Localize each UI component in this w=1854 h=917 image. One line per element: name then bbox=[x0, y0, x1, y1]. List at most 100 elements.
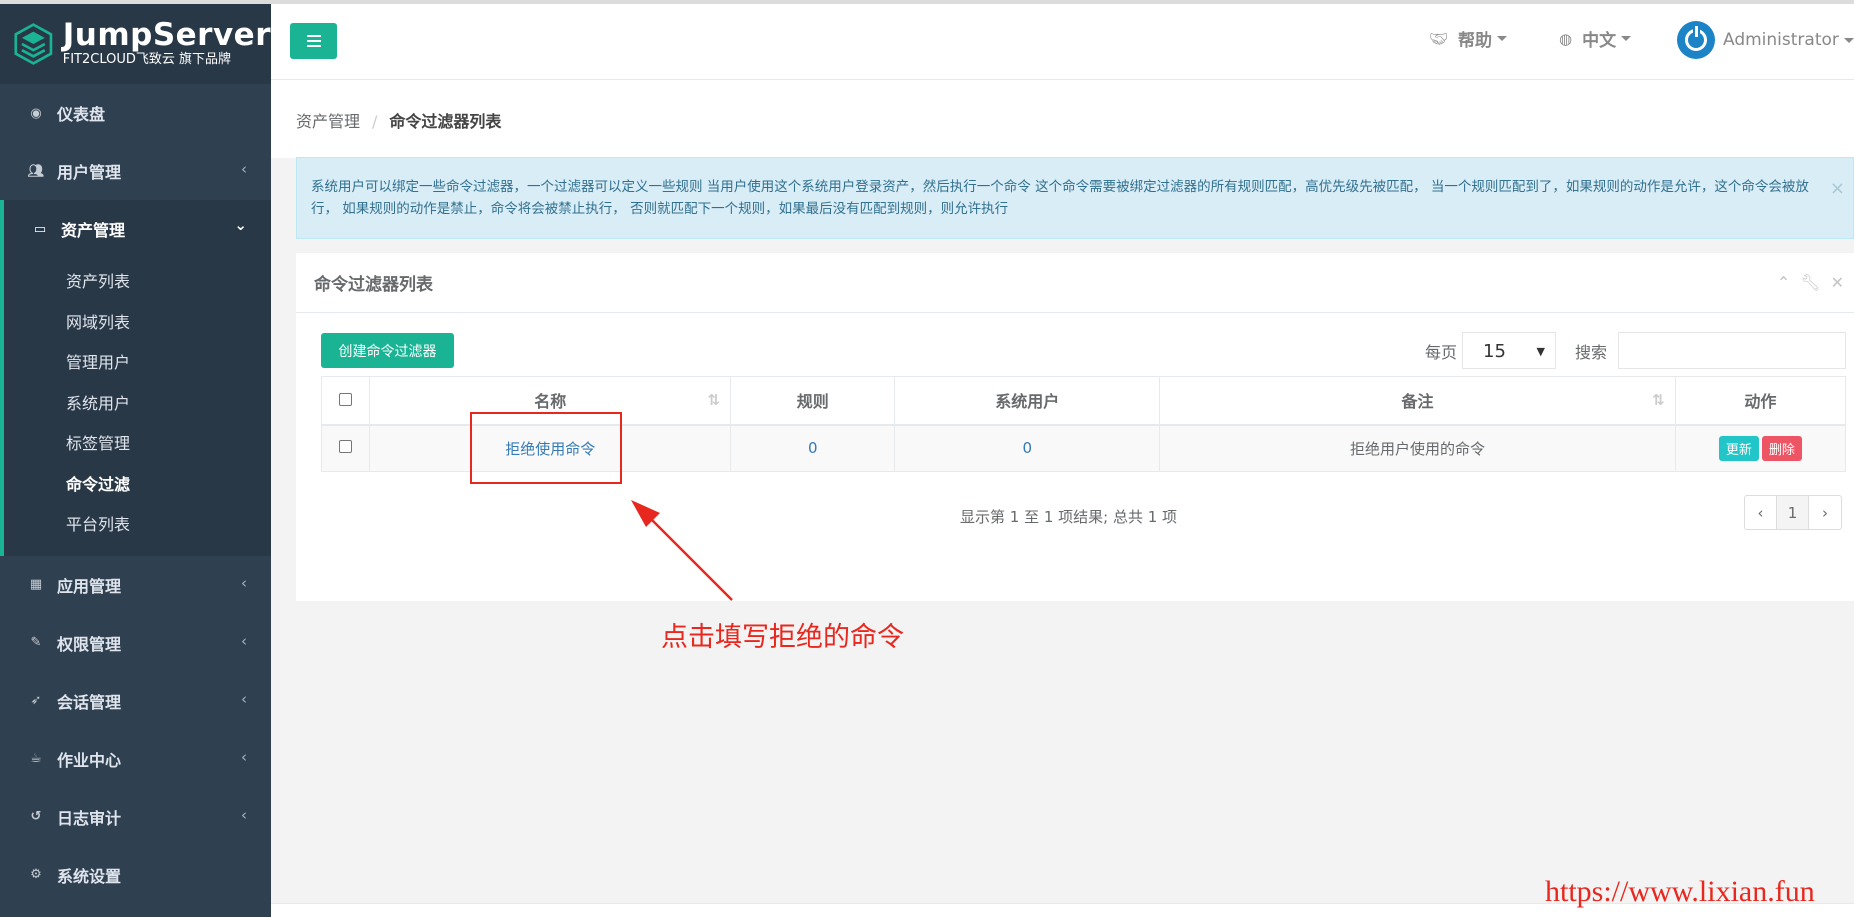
top-navbar: 🤝︎ 帮助 ◍ 中文 Administrator bbox=[271, 4, 1854, 80]
logo[interactable]: JumpServer FIT2CLOUD飞致云 旗下品牌 bbox=[0, 4, 271, 84]
per-page-value: 15 bbox=[1483, 341, 1506, 362]
sidebar: JumpServer FIT2CLOUD飞致云 旗下品牌 ◉ 仪表盘 👥︎ 用户… bbox=[0, 4, 271, 917]
rules-count-link[interactable]: 0 bbox=[808, 439, 818, 457]
breadcrumb-separator: / bbox=[372, 112, 378, 131]
sidebar-item-label: 系统设置 bbox=[57, 866, 122, 886]
gears-icon: ⚙ bbox=[30, 867, 42, 882]
panel-title: 命令过滤器列表 bbox=[314, 275, 433, 295]
column-header-rules: 规则 bbox=[730, 376, 896, 426]
sidebar-item-sessions[interactable]: ➶ 会话管理 ‹ bbox=[0, 672, 271, 730]
per-page-select[interactable]: 15 ▼ bbox=[1462, 332, 1556, 369]
sidebar-sub-platform[interactable]: 平台列表 bbox=[4, 503, 271, 544]
rules-cell: 0 bbox=[730, 424, 896, 472]
dashboard-icon: ◉ bbox=[30, 105, 42, 121]
inbox-icon: ▭ bbox=[33, 221, 47, 237]
sidebar-item-assets[interactable]: ▭ 资产管理 ⌄ bbox=[4, 200, 271, 258]
annotation-text: 点击填写拒绝的命令 bbox=[661, 622, 904, 653]
update-button[interactable]: 更新 bbox=[1718, 435, 1759, 461]
sort-icon: ⇅ bbox=[1652, 391, 1665, 409]
system-users-count-link[interactable]: 0 bbox=[1023, 439, 1033, 457]
panel-header: 命令过滤器列表 ⌃🔧︎✕ bbox=[296, 253, 1854, 313]
per-page-label: 每页 bbox=[1425, 343, 1458, 362]
wrench-icon[interactable]: 🔧︎ bbox=[1800, 273, 1830, 292]
sidebar-item-label: 资产管理 bbox=[61, 221, 126, 240]
select-all-checkbox[interactable] bbox=[339, 392, 353, 406]
sidebar-item-label: 日志审计 bbox=[57, 808, 122, 828]
sidebar-sub-admin-user[interactable]: 管理用户 bbox=[4, 341, 271, 382]
sidebar-group-assets: ▭ 资产管理 ⌄ 资产列表 网域列表 管理用户 系统用户 标签管理 命令过滤 平… bbox=[0, 200, 271, 556]
search-input[interactable] bbox=[1618, 332, 1846, 369]
close-icon[interactable]: ✕ bbox=[1831, 273, 1854, 292]
sidebar-sub-label[interactable]: 标签管理 bbox=[4, 422, 271, 463]
close-icon[interactable]: × bbox=[1830, 178, 1845, 200]
chevron-left-icon: ‹ bbox=[241, 160, 247, 178]
sidebar-item-users[interactable]: 👥︎ 用户管理 ‹ bbox=[0, 142, 271, 200]
system-users-cell: 0 bbox=[894, 424, 1161, 472]
sidebar-item-label: 应用管理 bbox=[57, 576, 122, 596]
help-alert: 系统用户可以绑定一些命令过滤器，一个过滤器可以定义一些规则 当用户使用这个系统用… bbox=[296, 157, 1854, 239]
sidebar-item-audits[interactable]: ↺ 日志审计 ‹ bbox=[0, 788, 271, 846]
grid-icon: ▦ bbox=[29, 577, 43, 592]
sidebar-item-label: 用户管理 bbox=[57, 163, 122, 182]
sidebar-sub-domain-list[interactable]: 网域列表 bbox=[4, 301, 271, 342]
jumpserver-logo-icon bbox=[14, 23, 53, 65]
collapse-icon[interactable]: ⌃ bbox=[1777, 273, 1800, 292]
delete-button[interactable]: 删除 bbox=[1761, 435, 1802, 461]
rocket-icon: ➶ bbox=[30, 693, 42, 708]
sidebar-item-dashboard[interactable]: ◉ 仪表盘 bbox=[0, 84, 271, 142]
row-select-cell bbox=[320, 424, 371, 472]
avatar bbox=[1677, 21, 1715, 59]
highlight-box bbox=[470, 412, 622, 484]
edit-icon: ✎ bbox=[30, 635, 42, 650]
sidebar-item-settings[interactable]: ⚙ 系统设置 bbox=[0, 846, 271, 904]
power-icon bbox=[1685, 26, 1707, 51]
create-cmd-filter-button[interactable]: 创建命令过滤器 bbox=[321, 333, 454, 368]
globe-icon: ◍ bbox=[1559, 29, 1573, 48]
hamburger-icon bbox=[306, 35, 321, 47]
user-menu[interactable]: Administrator bbox=[1677, 21, 1854, 59]
pagination: ‹ 1 › bbox=[1744, 495, 1842, 530]
sidebar-item-label: 仪表盘 bbox=[57, 105, 106, 124]
chevron-left-icon: ‹ bbox=[241, 689, 247, 708]
handshake-icon: 🤝︎ bbox=[1429, 29, 1449, 48]
column-header-comment[interactable]: 备注 ⇅ bbox=[1159, 376, 1676, 426]
help-menu[interactable]: 🤝︎ 帮助 bbox=[1429, 26, 1508, 51]
sidebar-item-label: 会话管理 bbox=[57, 692, 122, 712]
row-checkbox[interactable] bbox=[339, 440, 353, 454]
language-menu[interactable]: ◍ 中文 bbox=[1559, 26, 1632, 51]
column-header-system-users: 系统用户 bbox=[894, 376, 1161, 426]
sidebar-item-label: 权限管理 bbox=[57, 634, 122, 654]
sidebar-item-applications[interactable]: ▦ 应用管理 ‹ bbox=[0, 556, 271, 614]
history-icon: ↺ bbox=[30, 809, 42, 824]
caret-down-icon: ▼ bbox=[1536, 345, 1545, 358]
search-label: 搜索 bbox=[1575, 343, 1608, 362]
column-header-actions: 动作 bbox=[1674, 376, 1847, 426]
caret-down-icon bbox=[1497, 36, 1508, 41]
chevron-left-icon: ‹ bbox=[241, 573, 247, 592]
caret-down-icon bbox=[1843, 37, 1854, 43]
sort-icon: ⇅ bbox=[707, 391, 721, 409]
sidebar-item-jobs[interactable]: ☕︎ 作业中心 ‹ bbox=[0, 730, 271, 788]
breadcrumb-parent[interactable]: 资产管理 bbox=[296, 112, 360, 131]
brand-tagline: FIT2CLOUD飞致云 旗下品牌 bbox=[62, 52, 232, 67]
actions-cell: 更新 删除 bbox=[1674, 424, 1847, 472]
menu-toggle-button[interactable] bbox=[290, 23, 337, 59]
page-heading: 资产管理 / 命令过滤器列表 bbox=[271, 80, 1854, 158]
sidebar-sub-system-user[interactable]: 系统用户 bbox=[4, 382, 271, 423]
coffee-icon: ☕︎ bbox=[30, 751, 42, 766]
alert-text: 系统用户可以绑定一些命令过滤器，一个过滤器可以定义一些规则 当用户使用这个系统用… bbox=[311, 179, 1809, 217]
chevron-left-icon: ‹ bbox=[241, 631, 247, 650]
page-1-button[interactable]: 1 bbox=[1777, 496, 1809, 529]
prev-page-button[interactable]: ‹ bbox=[1745, 496, 1777, 529]
next-page-button[interactable]: › bbox=[1809, 496, 1841, 529]
help-label: 帮助 bbox=[1458, 31, 1493, 51]
comment-cell: 拒绝用户使用的命令 bbox=[1159, 424, 1676, 472]
breadcrumb-current: 命令过滤器列表 bbox=[389, 112, 502, 131]
watermark: https://www.lixian.fun bbox=[1545, 875, 1815, 908]
users-icon: 👥︎ bbox=[27, 163, 45, 179]
brand-name: JumpServer bbox=[62, 17, 271, 53]
sidebar-sub-asset-list[interactable]: 资产列表 bbox=[4, 260, 271, 301]
sidebar-sub-cmd-filter[interactable]: 命令过滤 bbox=[4, 463, 271, 504]
sidebar-item-permissions[interactable]: ✎ 权限管理 ‹ bbox=[0, 614, 271, 672]
sidebar-item-label: 作业中心 bbox=[57, 750, 122, 770]
